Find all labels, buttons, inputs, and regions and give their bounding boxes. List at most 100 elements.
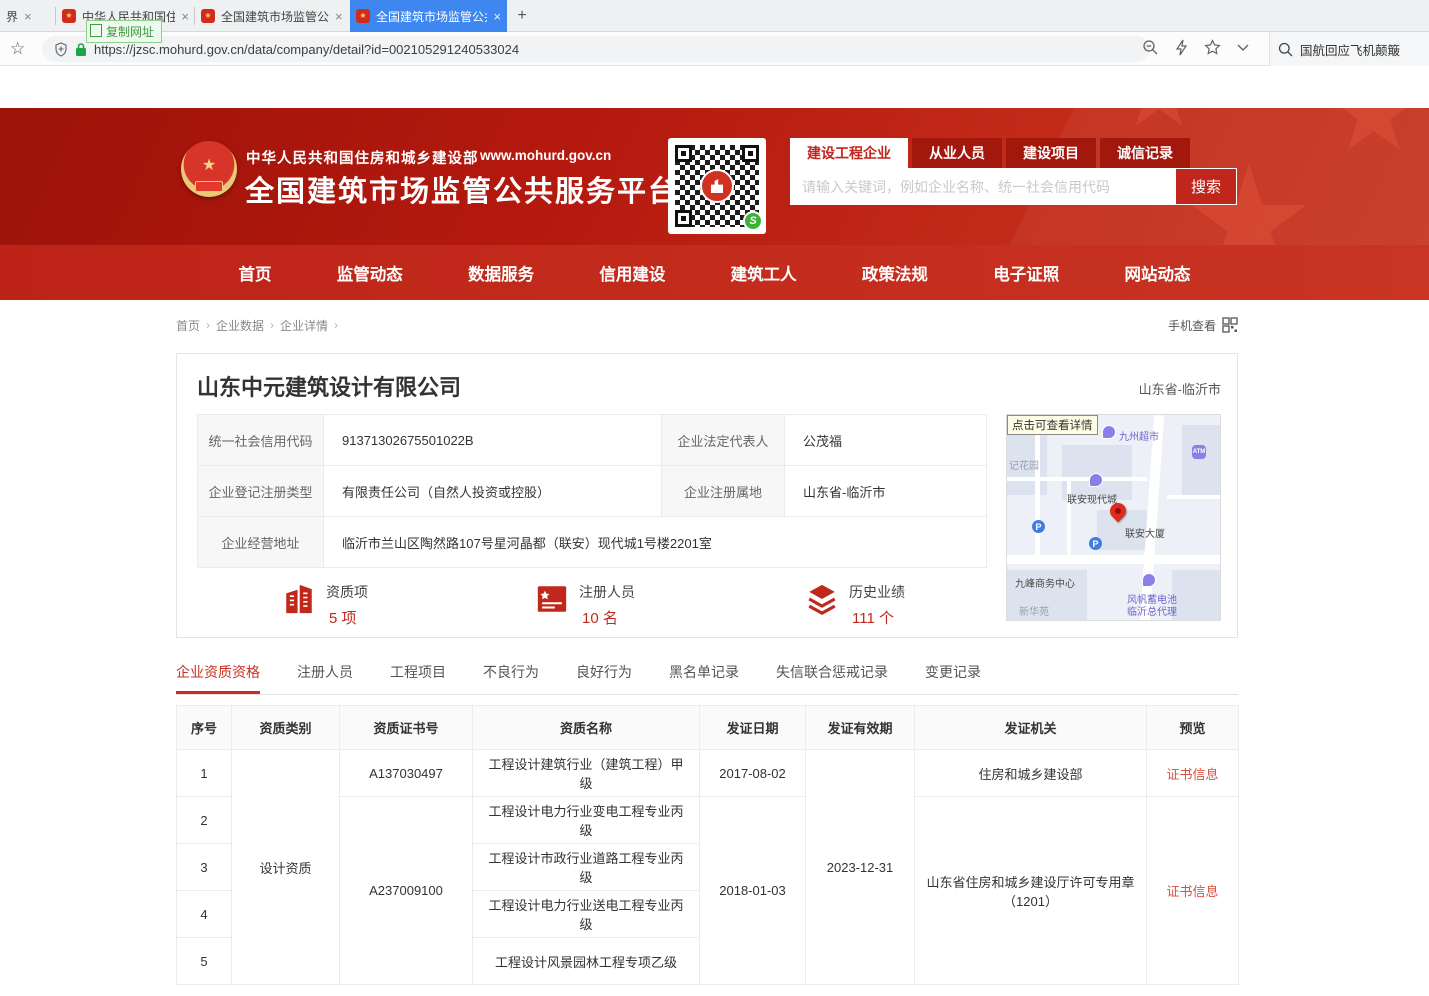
map-label-jiufeng: 九峰商务中心 [1015, 575, 1075, 590]
url-input[interactable] [94, 42, 994, 57]
cell-issue-date: 2018-01-03 [700, 797, 806, 985]
chevron-down-icon[interactable] [1237, 44, 1249, 52]
breadcrumb-home[interactable]: 首页 [176, 317, 200, 334]
new-tab-button[interactable] [512, 6, 532, 26]
certificate-card-icon [535, 582, 569, 616]
tab-title: 界 [6, 8, 18, 25]
cell-name: 工程设计风景园林工程专项乙级 [473, 938, 700, 985]
cell-seq: 2 [177, 797, 232, 844]
nav-item-supervision[interactable]: 监管动态 [337, 261, 403, 285]
address-bar-icons [1142, 39, 1249, 56]
qr-eye-icon [742, 145, 759, 162]
cell-validity: 2023-12-31 [806, 750, 915, 985]
breadcrumb-company-detail[interactable]: 企业详情 [280, 317, 328, 334]
breadcrumb-separator: › [206, 318, 210, 332]
cell-seq: 5 [177, 938, 232, 985]
qr-code [668, 138, 766, 234]
site-favicon-icon [201, 9, 215, 23]
info-value-legal-rep: 公茂福 [785, 415, 987, 466]
info-value-reg-place: 山东省-临沂市 [785, 466, 987, 517]
map-tooltip: 点击可查看详情 [1007, 415, 1098, 435]
copy-url-tooltip: 复制网址 [86, 20, 162, 43]
col-header-cert-no: 资质证书号 [340, 706, 473, 750]
tab-projects[interactable]: 工程项目 [390, 662, 446, 694]
layers-icon [805, 582, 839, 616]
search-tab-enterprise[interactable]: 建设工程企业 [790, 138, 908, 168]
bookmark-star-icon[interactable] [10, 39, 25, 59]
qr-mini-icon[interactable] [1222, 317, 1238, 333]
keyword-search-input[interactable] [790, 168, 1237, 205]
page-top-gap [0, 66, 1429, 108]
browser-address-bar: 国航回应飞机颠簸 [0, 32, 1429, 66]
stat-value: 111 个 [849, 607, 905, 628]
nav-item-site-news[interactable]: 网站动态 [1124, 261, 1190, 285]
nav-item-credit[interactable]: 信用建设 [599, 261, 665, 285]
col-header-authority: 发证机关 [915, 706, 1147, 750]
info-label: 企业注册属地 [662, 466, 785, 517]
map-road [1007, 555, 1221, 564]
tab-blacklist[interactable]: 黑名单记录 [669, 662, 739, 694]
building-poi-icon [1089, 473, 1103, 487]
banner-search-widget: 建设工程企业 从业人员 建设项目 诚信记录 搜索 [790, 138, 1237, 205]
quick-search-box[interactable]: 国航回应飞机颠簸 [1269, 32, 1429, 66]
search-button[interactable]: 搜索 [1175, 168, 1237, 205]
parking-icon [1032, 520, 1045, 533]
map-label-garden: 记花园 [1009, 457, 1039, 472]
col-header-seq: 序号 [177, 706, 232, 750]
company-name: 山东中元建筑设计有限公司 [197, 370, 461, 402]
supermarket-poi-icon [1102, 425, 1116, 439]
close-icon[interactable]: × [335, 10, 343, 23]
col-header-category: 资质类别 [232, 706, 340, 750]
map-road [1035, 415, 1040, 555]
search-tab-project[interactable]: 建设项目 [1006, 138, 1096, 168]
tab-title: 全国建筑市场监管公共服务平台 [376, 8, 487, 25]
table-header-row: 序号 资质类别 资质证书号 资质名称 发证日期 发证有效期 发证机关 预览 [177, 706, 1239, 750]
map-label-supermarket: 九州超市 [1119, 428, 1159, 443]
stat-value: 10 名 [579, 607, 635, 628]
zoom-out-icon[interactable] [1142, 39, 1159, 56]
company-region: 山东省-临沂市 [1139, 379, 1221, 398]
nav-item-workers[interactable]: 建筑工人 [731, 261, 797, 285]
tab-title: 全国建筑市场监管公共服务平台 [221, 8, 329, 25]
nav-item-data-service[interactable]: 数据服务 [468, 261, 534, 285]
nav-item-home[interactable]: 首页 [239, 261, 272, 285]
location-map[interactable]: 九州超市 记花园 联安现代城 联安大厦 九峰商务中心 新华苑 风帆蓄电池 临沂总… [1006, 414, 1221, 621]
site-favicon-icon [62, 9, 76, 23]
breadcrumb-separator: › [334, 318, 338, 332]
browser-tab-jzsc[interactable]: 全国建筑市场监管公共服务平台 × [195, 0, 350, 32]
breadcrumb-separator: › [270, 318, 274, 332]
breadcrumb-company-data[interactable]: 企业数据 [216, 317, 264, 334]
browser-tab-active[interactable]: 全国建筑市场监管公共服务平台 × [350, 0, 507, 32]
nav-item-e-license[interactable]: 电子证照 [993, 261, 1059, 285]
cell-issue-date: 2017-08-02 [700, 750, 806, 797]
tab-bad-behavior[interactable]: 不良行为 [483, 662, 539, 694]
close-icon[interactable]: × [493, 10, 501, 23]
shield-plus-icon[interactable] [54, 42, 68, 57]
tab-registered-personnel[interactable]: 注册人员 [297, 662, 353, 694]
stat-label: 注册人员 [579, 582, 635, 602]
map-label-xinhua: 新华苑 [1019, 603, 1049, 618]
flash-icon[interactable] [1175, 39, 1188, 56]
mini-program-icon [743, 211, 763, 231]
info-label: 统一社会信用代码 [198, 415, 324, 466]
cell-name: 工程设计电力行业送电工程专业丙级 [473, 891, 700, 938]
company-card: 山东中元建筑设计有限公司 山东省-临沂市 统一社会信用代码 9137130267… [176, 353, 1238, 638]
nav-item-policy[interactable]: 政策法规 [862, 261, 928, 285]
cert-info-link[interactable]: 证书信息 [1166, 884, 1218, 899]
close-icon[interactable]: × [24, 10, 32, 23]
tab-qualifications[interactable]: 企业资质资格 [176, 662, 260, 694]
browser-tab-bar: 界 × 中华人民共和国住房和城乡建设 × 全国建筑市场监管公共服务平台 × 全国… [0, 0, 1429, 32]
info-label: 企业经营地址 [198, 517, 324, 568]
cert-info-link[interactable]: 证书信息 [1166, 767, 1218, 782]
tab-dishonesty[interactable]: 失信联合惩戒记录 [776, 662, 888, 694]
browser-tab-partial[interactable]: 界 × [0, 0, 56, 32]
tab-good-behavior[interactable]: 良好行为 [576, 662, 632, 694]
search-tab-credit-record[interactable]: 诚信记录 [1100, 138, 1190, 168]
copy-icon [92, 26, 102, 37]
tab-change-record[interactable]: 变更记录 [925, 662, 981, 694]
url-field[interactable] [42, 36, 1150, 62]
favorite-star-icon[interactable] [1204, 39, 1221, 56]
search-tab-personnel[interactable]: 从业人员 [912, 138, 1002, 168]
info-value-credit-code: 91371302675501022B [324, 415, 662, 466]
close-icon[interactable]: × [181, 10, 189, 23]
